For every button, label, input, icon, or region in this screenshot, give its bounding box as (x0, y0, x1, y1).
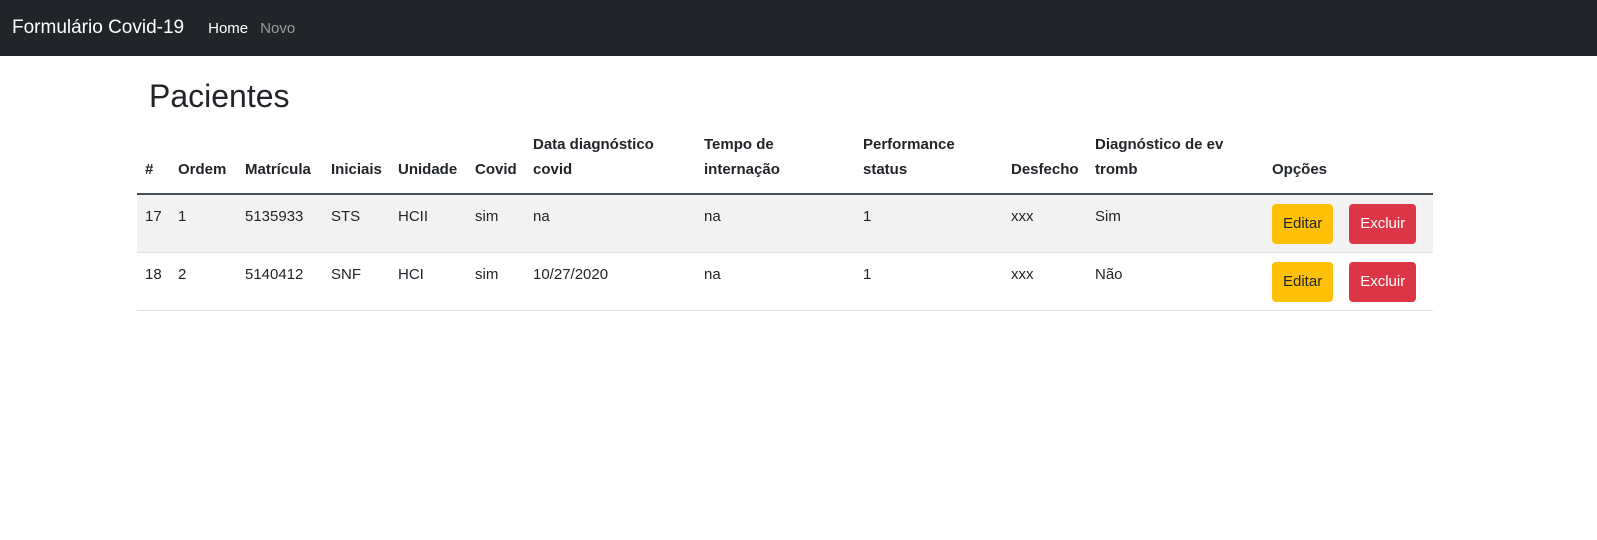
cell-iniciais: STS (323, 194, 390, 253)
cell-unidade: HCI (390, 252, 467, 311)
cell-performance-status: 1 (855, 194, 1003, 253)
cell-opcoes: Editar Excluir (1264, 194, 1433, 253)
column-header-opcoes: Opções (1264, 126, 1433, 195)
table-header-row: # Ordem Matrícula Iniciais Unidade Covid… (137, 126, 1433, 195)
column-header-data-diagnostico: Data diagnóstico covid (525, 126, 696, 195)
cell-covid: sim (467, 252, 525, 311)
cell-desfecho: xxx (1003, 194, 1087, 253)
nav-link-home[interactable]: Home (208, 20, 248, 37)
cell-ordem: 2 (170, 252, 237, 311)
column-header-covid: Covid (467, 126, 525, 195)
cell-iniciais: SNF (323, 252, 390, 311)
page-title: Pacientes (149, 78, 290, 114)
cell-data-diagnostico: na (525, 194, 696, 253)
column-header-matricula: Matrícula (237, 126, 323, 195)
column-header-unidade: Unidade (390, 126, 467, 195)
edit-button[interactable]: Editar (1272, 204, 1334, 244)
cell-tempo-internacao: na (696, 252, 855, 311)
column-header-diagnostico-ev-tromb: Diagnóstico de ev tromb (1087, 126, 1264, 195)
cell-data-diagnostico: 10/27/2020 (525, 252, 696, 311)
cell-opcoes: Editar Excluir (1264, 252, 1433, 311)
cell-desfecho: xxx (1003, 252, 1087, 311)
column-header-tempo-internacao: Tempo de internação (696, 126, 855, 195)
cell-matricula: 5140412 (237, 252, 323, 311)
nav-link-novo[interactable]: Novo (260, 20, 295, 37)
cell-covid: sim (467, 194, 525, 253)
cell-unidade: HCII (390, 194, 467, 253)
delete-button[interactable]: Excluir (1349, 261, 1417, 302)
navbar-brand[interactable]: Formulário Covid-19 (12, 17, 184, 39)
column-header-performance-status: Performance status (855, 126, 1003, 195)
column-header-desfecho: Desfecho (1003, 126, 1087, 195)
cell-tempo-internacao: na (696, 194, 855, 253)
column-header-ordem: Ordem (170, 126, 237, 195)
column-header-iniciais: Iniciais (323, 126, 390, 195)
delete-button[interactable]: Excluir (1349, 204, 1417, 244)
column-header-id: # (137, 126, 170, 195)
table-row: 18 2 5140412 SNF HCI sim 10/27/2020 na 1… (137, 252, 1433, 311)
cell-diagnostico-ev-tromb: Não (1087, 252, 1264, 311)
patients-table: # Ordem Matrícula Iniciais Unidade Covid… (137, 126, 1433, 311)
cell-id: 17 (137, 194, 170, 253)
cell-ordem: 1 (170, 194, 237, 253)
main-container: Pacientes # Ordem Matrícula Iniciais Uni… (137, 56, 1433, 311)
navbar: Formulário Covid-19 Home Novo (0, 0, 1597, 56)
cell-id: 18 (137, 252, 170, 311)
table-row: 17 1 5135933 STS HCII sim na na 1 xxx Si… (137, 194, 1433, 253)
cell-diagnostico-ev-tromb: Sim (1087, 194, 1264, 253)
cell-matricula: 5135933 (237, 194, 323, 253)
edit-button[interactable]: Editar (1272, 261, 1334, 302)
cell-performance-status: 1 (855, 252, 1003, 311)
